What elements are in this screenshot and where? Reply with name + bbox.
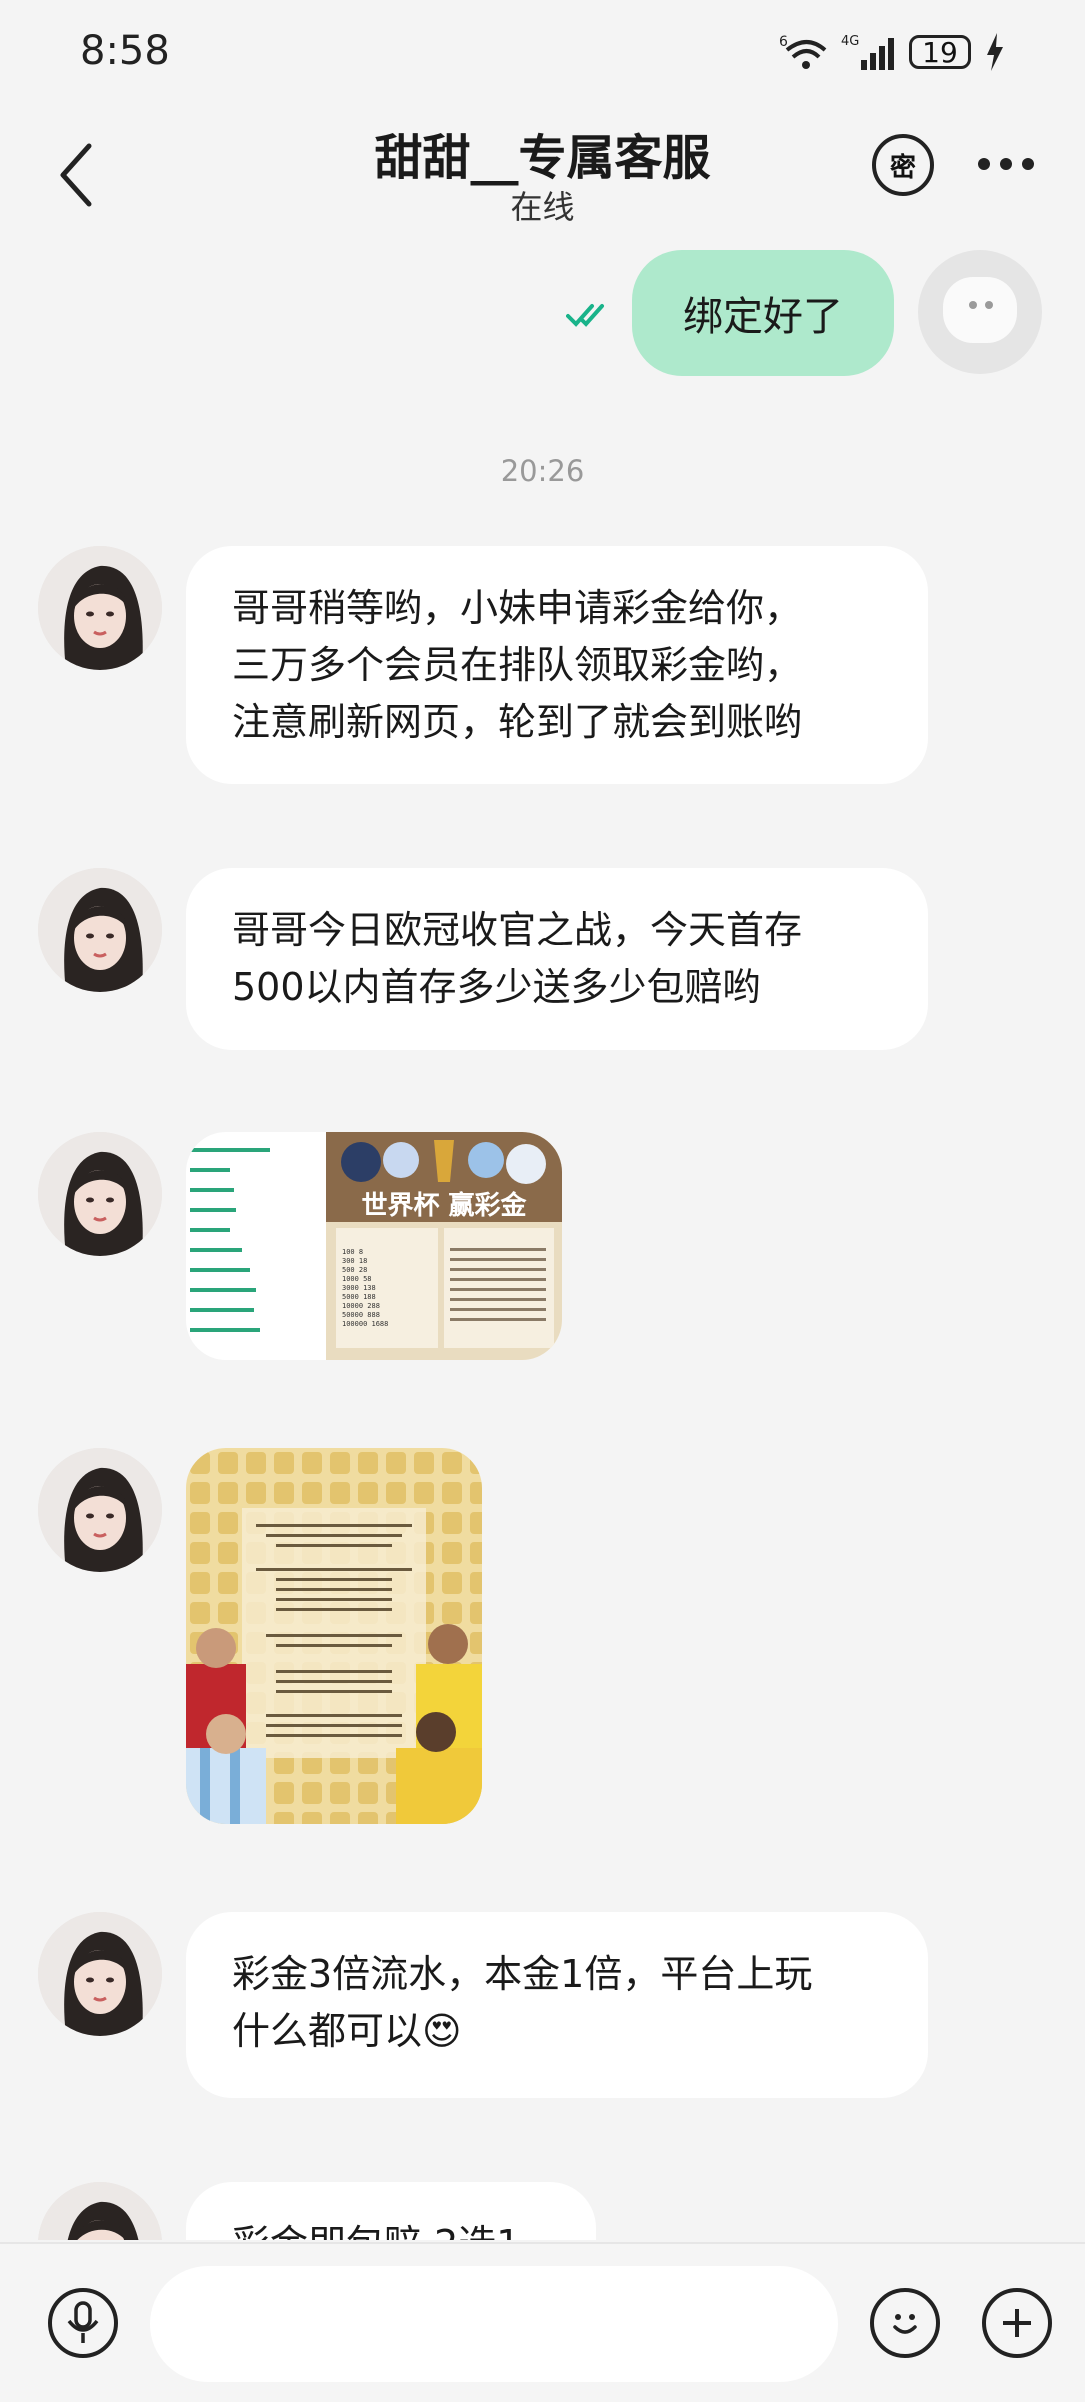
agent-avatar[interactable]	[38, 1448, 162, 1572]
promo-table-row: 100 8	[342, 1248, 363, 1256]
promo-table-row: 3000 138	[342, 1284, 376, 1292]
status-icons: 6 4G 19	[779, 28, 1005, 76]
chat-header: 甜甜__专属客服 在线 密	[0, 100, 1085, 240]
promo-table-row: 500 28	[342, 1266, 367, 1274]
agent-avatar-image	[38, 868, 162, 992]
message-line: 彩金即包赔 2选1	[232, 2216, 550, 2240]
agent-avatar-image	[38, 1132, 162, 1256]
charging-bolt-icon	[987, 33, 1003, 71]
received-message-bubble[interactable]: 彩金3倍流水，本金1倍，平台上玩 什么都可以😍	[186, 1912, 928, 2098]
plus-icon	[1003, 2309, 1031, 2337]
message-row-received: 哥哥今日欧冠收官之战，今天首存 500以内首存多少送多少包赔哟	[0, 868, 1085, 1053]
message-line: 三万多个会员在排队领取彩金哟，	[232, 643, 803, 687]
emoji-button[interactable]	[870, 2288, 940, 2358]
message-line: 哥哥今日欧冠收官之战，今天首存	[232, 908, 803, 952]
status-time: 8:58	[80, 28, 170, 74]
promo-table-row: 100000 1688	[342, 1320, 388, 1328]
promo-image: 世界杯 赢彩金 100 8 300 18 500 28 1000 58 3000…	[186, 1132, 562, 1360]
agent-avatar[interactable]	[38, 1132, 162, 1256]
self-avatar[interactable]	[918, 250, 1042, 374]
agent-avatar[interactable]	[38, 1912, 162, 2036]
microphone-icon	[67, 2301, 99, 2343]
cellular-signal-icon: 4G	[841, 34, 894, 70]
message-row-received	[0, 1448, 1085, 1828]
received-message-bubble[interactable]: 彩金即包赔 2选1	[186, 2182, 596, 2240]
promo-table-row: 10000 288	[342, 1302, 380, 1310]
battery-level: 19	[922, 35, 958, 69]
input-bar	[0, 2242, 1085, 2402]
message-row-sent: 绑定好了	[0, 240, 1085, 390]
message-line: 注意刷新网页，轮到了就会到账哟	[232, 700, 803, 744]
agent-avatar[interactable]	[38, 546, 162, 670]
image-message-promo[interactable]: 世界杯 赢彩金 100 8 300 18 500 28 1000 58 3000…	[186, 1132, 562, 1360]
message-line: 什么都可以😍	[232, 2009, 462, 2053]
secret-chat-label: 密	[889, 152, 916, 183]
voice-input-button[interactable]	[48, 2288, 118, 2358]
wifi-icon: 6	[779, 34, 827, 69]
agent-avatar[interactable]	[38, 868, 162, 992]
more-attachments-button[interactable]	[982, 2288, 1052, 2358]
image-message-football[interactable]	[186, 1448, 482, 1824]
message-timestamp: 20:26	[500, 454, 585, 488]
received-message-bubble[interactable]: 哥哥今日欧冠收官之战，今天首存 500以内首存多少送多少包赔哟	[186, 868, 928, 1050]
agent-avatar-image	[38, 1912, 162, 2036]
message-list[interactable]: 绑定好了 20:26 哥哥稍等哟，小妹申请彩金给你， 三万多个会员在排队领取彩金…	[0, 240, 1085, 2240]
message-row-received: 哥哥稍等哟，小妹申请彩金给你， 三万多个会员在排队领取彩金哟， 注意刷新网页，轮…	[0, 546, 1085, 791]
received-message-bubble[interactable]: 哥哥稍等哟，小妹申请彩金给你， 三万多个会员在排队领取彩金哟， 注意刷新网页，轮…	[186, 546, 928, 784]
ghost-avatar-icon	[943, 277, 1017, 343]
sent-message-bubble[interactable]: 绑定好了	[632, 250, 894, 376]
svg-text:4G: 4G	[841, 34, 859, 49]
status-bar: 8:58 6 4G 19	[0, 0, 1085, 100]
agent-avatar-image	[38, 2182, 162, 2240]
message-line: 哥哥稍等哟，小妹申请彩金给你，	[232, 586, 803, 630]
more-options-icon[interactable]	[978, 158, 1034, 170]
message-line: 500以内首存多少送多少包赔哟	[232, 965, 761, 1009]
read-check-icon	[566, 304, 604, 327]
agent-avatar[interactable]	[38, 2182, 162, 2240]
promo-table-row: 1000 58	[342, 1275, 372, 1283]
football-promo-image	[186, 1448, 482, 1824]
promo-table-row: 5000 188	[342, 1293, 376, 1301]
agent-avatar-image	[38, 546, 162, 670]
message-row-received: 彩金3倍流水，本金1倍，平台上玩 什么都可以😍	[0, 1912, 1085, 2102]
secret-chat-button[interactable]: 密	[872, 134, 934, 196]
agent-avatar-image	[38, 1448, 162, 1572]
promo-banner-text: 世界杯 赢彩金	[361, 1190, 527, 1221]
svg-text:6: 6	[779, 34, 788, 50]
smiley-icon	[893, 2314, 917, 2334]
message-input[interactable]	[150, 2266, 838, 2382]
message-row-received: 世界杯 赢彩金 100 8 300 18 500 28 1000 58 3000…	[0, 1132, 1085, 1362]
promo-table-row: 300 18	[342, 1257, 367, 1265]
battery-icon: 19	[909, 35, 971, 69]
message-line: 彩金3倍流水，本金1倍，平台上玩	[232, 1952, 813, 1996]
message-row-received: 彩金即包赔 2选1	[0, 2182, 1085, 2240]
promo-table-row: 50000 888	[342, 1311, 380, 1319]
